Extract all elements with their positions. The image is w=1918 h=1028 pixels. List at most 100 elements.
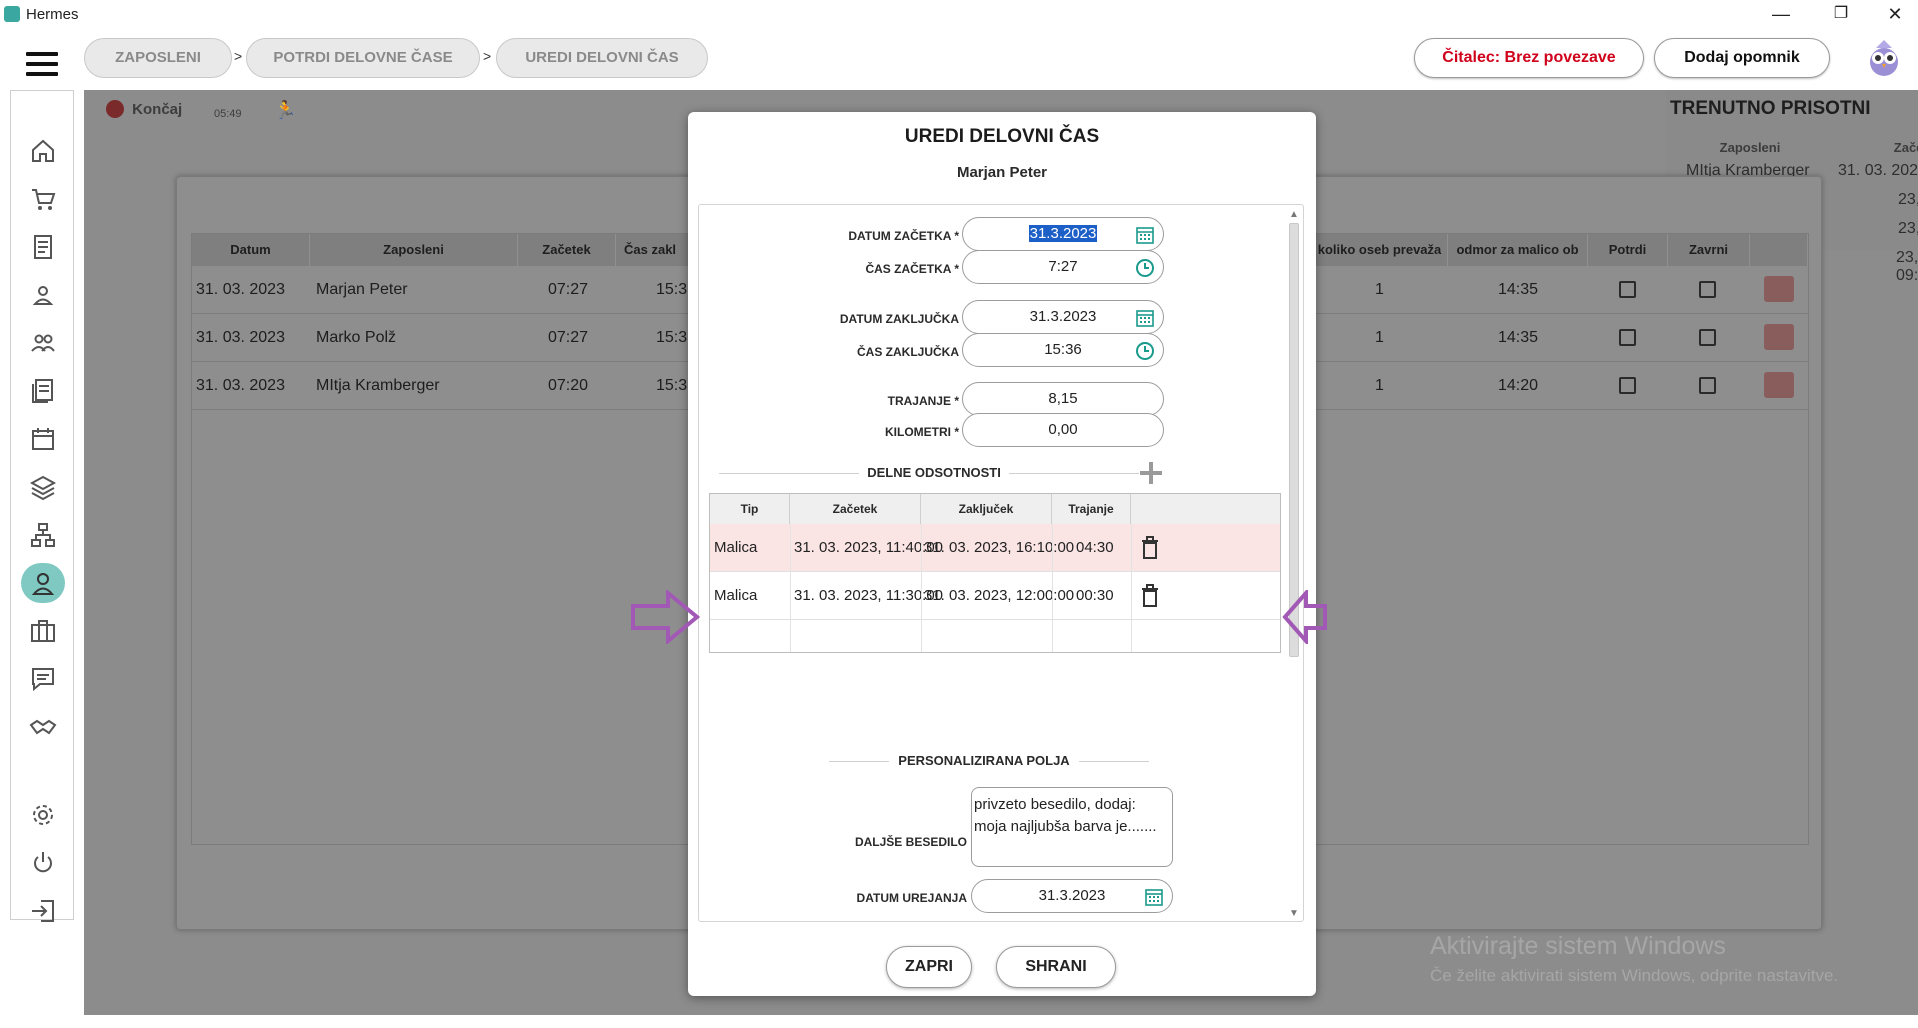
dialog-scroll-area[interactable]: DATUM ZAČETKA * 31.3.2023 ČAS ZAČETKA * … xyxy=(698,204,1304,922)
layers-icon[interactable] xyxy=(21,467,65,507)
confirm-checkbox[interactable] xyxy=(1619,329,1636,346)
end-time-value: 15:36 xyxy=(1044,341,1082,358)
km-field[interactable]: 0,00 xyxy=(962,413,1164,447)
dialog-scrollbar[interactable]: ▲ ▼ xyxy=(1287,209,1301,919)
breadcrumb-separator: > xyxy=(483,48,492,64)
grid-col-employee: Zaposleni xyxy=(310,234,518,266)
row-end: 15:3 xyxy=(656,377,688,394)
start-date-field[interactable]: 31.3.2023 xyxy=(962,217,1164,251)
duration-field[interactable]: 8,15 xyxy=(962,382,1164,416)
window-titlebar: Hermes — ❐ ✕ xyxy=(0,0,1918,30)
present-col-employee: Zaposleni xyxy=(1719,140,1781,155)
row-employee: MItja Kramberger xyxy=(316,377,440,394)
reject-checkbox[interactable] xyxy=(1699,329,1716,346)
row-break: 14:20 xyxy=(1498,377,1539,394)
power-icon[interactable] xyxy=(21,843,65,883)
close-dialog-button[interactable]: ZAPRI xyxy=(886,946,972,988)
confirm-checkbox[interactable] xyxy=(1619,281,1636,298)
scroll-down-icon[interactable]: ▼ xyxy=(1287,908,1301,919)
minimize-button[interactable]: — xyxy=(1758,2,1804,28)
present-row-start: 23, 09:10:44 xyxy=(1896,249,1918,284)
end-date-field[interactable]: 31.3.2023 xyxy=(962,300,1164,334)
start-time-field[interactable]: 7:27 xyxy=(962,250,1164,284)
scroll-up-icon[interactable]: ▲ xyxy=(1287,209,1301,220)
edit-icon[interactable] xyxy=(1764,372,1794,398)
calendar-icon[interactable] xyxy=(1144,887,1164,907)
end-time-field[interactable]: 15:36 xyxy=(962,333,1164,367)
grid-col-start: Začetek xyxy=(518,234,616,266)
chat-icon[interactable] xyxy=(21,659,65,699)
calendar-icon[interactable] xyxy=(1135,225,1155,245)
top-bar: ZAPOSLENI > POTRDI DELOVNE ČASE > UREDI … xyxy=(0,30,1918,90)
long-text-field[interactable]: privzeto besedilo, dodaj: moja najljubša… xyxy=(971,787,1173,867)
clock-icon[interactable] xyxy=(1135,341,1155,361)
edit-date-field[interactable]: 31.3.2023 xyxy=(971,879,1173,913)
users-icon[interactable] xyxy=(21,323,65,363)
hierarchy-icon[interactable] xyxy=(21,515,65,555)
end-label: Končaj xyxy=(132,100,183,118)
column-divider xyxy=(1131,524,1132,652)
sidebar xyxy=(10,90,74,922)
section-divider xyxy=(829,761,889,762)
edit-icon[interactable] xyxy=(1764,324,1794,350)
grid-col-confirm: Potrdi xyxy=(1588,234,1668,266)
end-button[interactable]: Končaj xyxy=(106,100,183,119)
clock-icon[interactable] xyxy=(1135,258,1155,278)
reader-status-button[interactable]: Čitalec: Brez povezave xyxy=(1414,38,1644,78)
briefcase-icon[interactable] xyxy=(21,611,65,651)
trash-icon[interactable] xyxy=(1140,584,1160,608)
abs-row-type: Malica xyxy=(714,587,758,604)
user-icon[interactable] xyxy=(21,275,65,315)
cart-icon[interactable] xyxy=(21,179,65,219)
abs-col-start: Začetek xyxy=(790,494,921,524)
long-text-label: DALJŠE BESEDILO xyxy=(854,835,967,849)
present-row-start: 23, 07:27:00 xyxy=(1898,220,1918,237)
save-button[interactable]: SHRANI xyxy=(996,946,1116,988)
owl-avatar-icon[interactable] xyxy=(1866,38,1902,78)
grid-col-reject: Zavrni xyxy=(1668,234,1750,266)
list-icon[interactable] xyxy=(21,371,65,411)
row-date: 31. 03. 2023 xyxy=(196,329,285,346)
row-date: 31. 03. 2023 xyxy=(196,281,285,298)
close-window-button[interactable]: ✕ xyxy=(1872,2,1918,28)
calendar-icon[interactable] xyxy=(1135,308,1155,328)
edit-work-time-dialog: UREDI DELOVNI ČAS Marjan Peter DATUM ZAČ… xyxy=(688,112,1316,996)
gear-icon[interactable] xyxy=(21,795,65,835)
employee-icon[interactable] xyxy=(21,563,65,603)
breadcrumb-uredi-delovni-cas[interactable]: UREDI DELOVNI ČAS xyxy=(496,38,708,78)
column-divider xyxy=(1052,524,1053,652)
breadcrumb-zaposleni[interactable]: ZAPOSLENI xyxy=(84,38,232,78)
trash-icon[interactable] xyxy=(1140,536,1160,560)
present-col-start: Začetek xyxy=(1893,140,1918,155)
exit-run-icon[interactable]: 🏃 xyxy=(274,100,296,121)
document-icon[interactable] xyxy=(21,227,65,267)
breadcrumb-potrdi-delovne-case[interactable]: POTRDI DELOVNE ČASE xyxy=(246,38,480,78)
plus-icon[interactable] xyxy=(1137,459,1165,487)
windows-activation-text: Če želite aktivirati sistem Windows, odp… xyxy=(1430,966,1839,985)
row-start: 07:27 xyxy=(548,281,589,298)
calendar-icon[interactable] xyxy=(21,419,65,459)
maximize-button[interactable]: ❐ xyxy=(1818,2,1864,28)
table-row[interactable]: Malica 31. 03. 2023, 11:40:00 31. 03. 20… xyxy=(710,524,1280,572)
add-reminder-button[interactable]: Dodaj opomnik xyxy=(1654,38,1830,78)
row-break: 14:35 xyxy=(1498,281,1539,298)
abs-col-duration: Trajanje xyxy=(1052,494,1131,524)
handshake-icon[interactable] xyxy=(21,707,65,747)
row-persons: 1 xyxy=(1375,281,1384,298)
edit-date-label: DATUM UREJANJA xyxy=(856,891,967,905)
logout-icon[interactable] xyxy=(21,891,65,931)
edit-icon[interactable] xyxy=(1764,276,1794,302)
grid-col-date: Datum xyxy=(192,234,310,266)
row-employee: Marko Polž xyxy=(316,329,397,346)
confirm-checkbox[interactable] xyxy=(1619,377,1636,394)
menu-icon[interactable] xyxy=(26,52,58,76)
table-row[interactable]: Malica 31. 03. 2023, 11:30:00 31. 03. 20… xyxy=(710,572,1280,620)
abs-col-type: Tip xyxy=(710,494,790,524)
present-row-start: 31. 03. 2023, 07:20:00 xyxy=(1838,162,1918,179)
left-arrow-annotation-icon xyxy=(1282,587,1328,647)
dialog-employee-name: Marjan Peter xyxy=(956,164,1048,181)
home-icon[interactable] xyxy=(21,131,65,171)
row-persons: 1 xyxy=(1375,377,1384,394)
reject-checkbox[interactable] xyxy=(1699,377,1716,394)
reject-checkbox[interactable] xyxy=(1699,281,1716,298)
